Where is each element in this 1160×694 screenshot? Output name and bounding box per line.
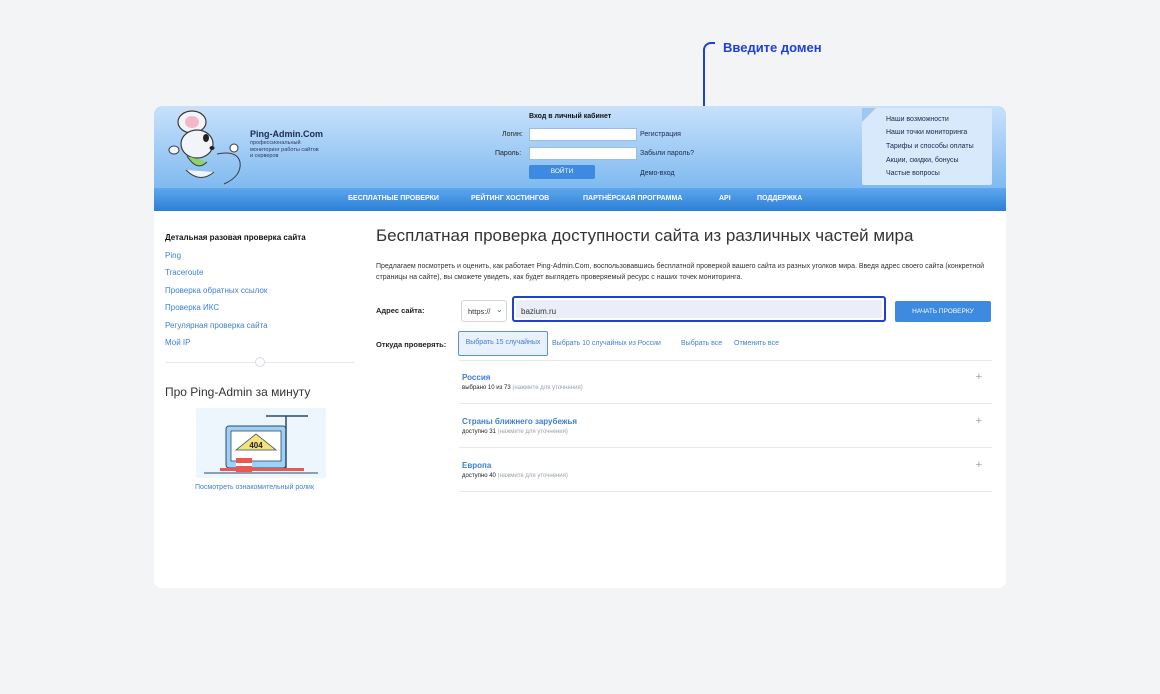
login-label: Логин: (502, 131, 523, 138)
password-label: Пароль: (495, 150, 522, 157)
nav-api[interactable]: API (719, 195, 731, 202)
sidebar-link-backlinks[interactable]: Проверка обратных ссылок (165, 286, 267, 295)
plus-icon[interactable]: + (976, 415, 982, 427)
from-label: Откуда проверять: (376, 340, 447, 349)
sidebar-title: Детальная разовая проверка сайта (165, 233, 306, 242)
login-title: Вход в личный кабинет (529, 113, 612, 120)
group-separator (459, 491, 992, 492)
page-title: Бесплатная проверка доступности сайта из… (376, 226, 914, 245)
group-separator (459, 447, 992, 448)
sidebar-link-my-ip[interactable]: Мой IP (165, 338, 190, 347)
region-name: Европа (462, 461, 492, 470)
promo-badge: 404 (249, 441, 263, 450)
divider-dot (255, 357, 265, 367)
intro-text: Предлагаем посмотреть и оценить, как раб… (376, 263, 985, 281)
promo-video-thumbnail[interactable]: 404 (196, 408, 326, 478)
sidebar-link-ping[interactable]: Ping (165, 251, 181, 260)
nav-partner-program[interactable]: ПАРТНЁРСКАЯ ПРОГРАММА (583, 195, 682, 202)
address-label: Адрес сайта: (376, 306, 425, 315)
cancel-all-link[interactable]: Отменить все (734, 340, 779, 347)
main-navbar: БЕСПЛАТНЫЕ ПРОВЕРКИ РЕЙТИНГ ХОСТИНГОВ ПА… (154, 188, 1006, 211)
top-menu-item[interactable]: Акции, скидки, бонусы (886, 157, 959, 164)
top-menu-item[interactable]: Тарифы и способы оплаты (886, 143, 974, 150)
menu-corner-fold (862, 108, 876, 122)
promo-video-link[interactable]: Посмотреть ознакомительный ролик (195, 484, 314, 491)
plus-icon[interactable]: + (976, 371, 982, 383)
site-header: Ping-Admin.Com профессиональный монитори… (154, 106, 1006, 188)
top-menu-item[interactable]: Частые вопросы (886, 170, 940, 177)
forgot-password-link[interactable]: Забыли пароль? (640, 150, 694, 157)
region-meta: выбрано 10 из 73 (нажмите для уточнения) (462, 385, 583, 391)
region-name: Россия (462, 373, 491, 382)
region-meta: доступно 40 (нажмите для уточнения) (462, 473, 568, 479)
pick-all-link[interactable]: Выбрать все (681, 340, 722, 347)
domain-input[interactable]: bazium.ru (512, 296, 886, 322)
region-meta: доступно 31 (нажмите для уточнения) (462, 429, 568, 435)
plus-icon[interactable]: + (976, 459, 982, 471)
register-link[interactable]: Регистрация (640, 131, 681, 138)
login-input[interactable] (529, 128, 637, 141)
sidebar-link-regular-check[interactable]: Регулярная проверка сайта (165, 321, 268, 330)
promo-title: Про Ping-Admin за минуту (165, 385, 311, 399)
brand[interactable]: Ping-Admin.Com профессиональный монитори… (250, 129, 323, 160)
pick-15-random-button[interactable]: Выбрать 15 случайных (458, 331, 548, 356)
browser-page-card: Ping-Admin.Com профессиональный монитори… (154, 106, 1006, 588)
mouse-mascot-icon[interactable] (162, 110, 248, 190)
top-menu-item[interactable]: Наши точки мониторинга (886, 129, 967, 136)
start-check-button[interactable]: НАЧАТЬ ПРОВЕРКУ (895, 301, 991, 322)
brand-name: Ping-Admin.Com (250, 129, 323, 139)
demo-login-link[interactable]: Демо-вход (640, 170, 675, 177)
sidebar-link-traceroute[interactable]: Traceroute (165, 268, 203, 277)
chevron-down-icon: ⌄ (496, 305, 503, 314)
protocol-value: https:// (468, 307, 491, 316)
protocol-select[interactable]: https:// ⌄ (461, 300, 507, 322)
login-button[interactable]: ВОЙТИ (529, 165, 595, 179)
top-menu-item[interactable]: Наши возможности (886, 116, 949, 123)
group-separator (459, 403, 992, 404)
domain-input-value: bazium.ru (516, 300, 882, 318)
region-name: Страны ближнего зарубежья (462, 417, 578, 426)
nav-free-checks[interactable]: БЕСПЛАТНЫЕ ПРОВЕРКИ (348, 195, 439, 202)
brand-tagline: профессиональный мониторинг работы сайто… (250, 140, 319, 159)
group-separator (459, 360, 992, 361)
nav-support[interactable]: ПОДДЕРЖКА (757, 195, 802, 202)
nav-hosting-rating[interactable]: РЕЙТИНГ ХОСТИНГОВ (471, 195, 549, 202)
sidebar-link-iks[interactable]: Проверка ИКС (165, 303, 219, 312)
construction-404-icon: 404 (204, 415, 318, 474)
annotation-label: Введите домен (723, 40, 822, 55)
top-menu: Наши возможности Наши точки мониторинга … (862, 108, 992, 185)
pick-10-russia-link[interactable]: Выбрать 10 случайных из России (552, 340, 661, 347)
password-input[interactable] (529, 147, 637, 160)
